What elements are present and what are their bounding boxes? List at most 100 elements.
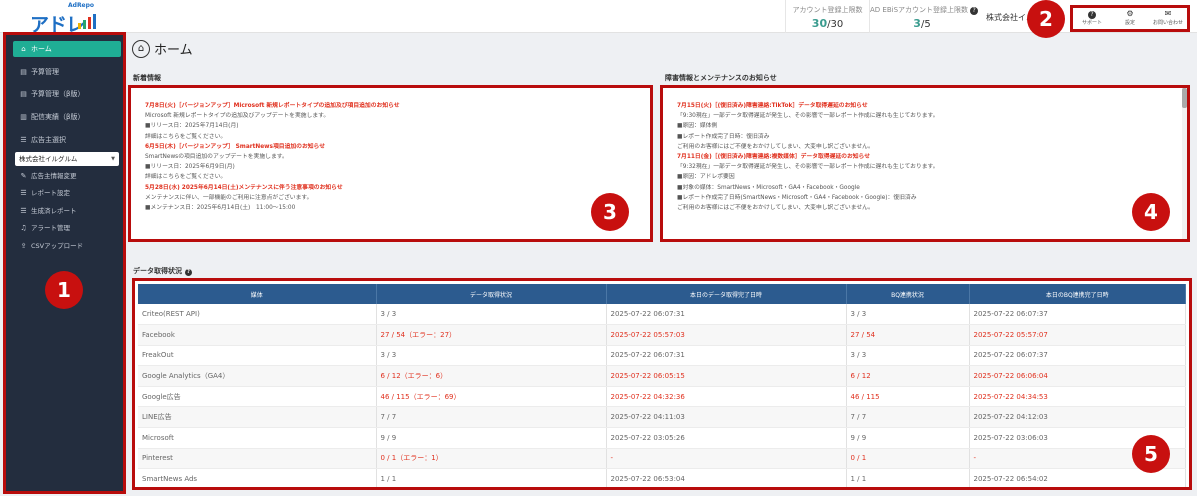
support-button[interactable]: ? サポート [1073, 8, 1111, 29]
column-header: 本日のBQ連携完了日時 [969, 284, 1186, 304]
status-cell: 2025-07-22 06:07:31 [606, 304, 847, 326]
home-icon: ⌂ [132, 39, 150, 58]
status-cell: 2025-07-22 04:12:03 [969, 406, 1186, 429]
news-text: 「9:30現在」一部データ取得遅延が発生し、その影響で一部レポート作成に遅れも生… [677, 113, 939, 120]
mail-icon: ✉ [1164, 9, 1172, 18]
news-headline-link[interactable]: 6月5日(木)［バージョンアップ］ SmartNews項目追加のお知らせ [145, 142, 650, 152]
news-headline-link[interactable]: 7月8日(火)［バージョンアップ］Microsoft 新規レポートタイプの追加及… [145, 101, 650, 111]
status-cell: 46 / 115 [846, 386, 970, 408]
media-name-cell: Microsoft [138, 427, 377, 449]
scroll-thumb[interactable] [1182, 88, 1187, 108]
data-status-title: データ取得状況? [133, 266, 192, 276]
table-body: Criteo(REST API) 3 / 3 2025-07-22 06:07:31… [138, 304, 1186, 487]
edit-icon: ✎ [20, 172, 27, 180]
contact-label: お問い合わせ [1152, 20, 1183, 26]
status-cell: 27 / 54 [846, 324, 970, 346]
document-icon: ▤ [20, 90, 27, 98]
status-cell: 3 / 3 [846, 345, 970, 367]
status-cell: 2025-07-22 06:05:15 [606, 365, 847, 387]
column-header: 本日のデータ取得完了日時 [606, 284, 847, 304]
status-cell: 3 / 3 [376, 345, 607, 367]
news-list: 7月8日(火)［バージョンアップ］Microsoft 新規レポートタイプの追加及… [145, 101, 650, 213]
news-headline-link[interactable]: 7月11日(金)［(復旧済み)障害連絡:複数媒体］データ取得遅延のお知らせ [677, 152, 1187, 162]
sidebar-item-advertiser-select: ☰ 広告主選択 [13, 132, 121, 148]
sidebar-item-alerts[interactable]: ♫ アラート管理 [13, 222, 121, 235]
news-headline-link[interactable]: 7月15日(火)［(復旧済み)障害連絡:TikTok］データ取得遅延のお知らせ [677, 101, 1187, 111]
status-cell: 7 / 7 [846, 406, 970, 429]
table-row: Pinterest 0 / 1（エラー：1） -0 / 1- [138, 448, 1186, 470]
news-text: 詳細はこちらをご覧ください。 [145, 174, 227, 181]
ebis-limit-value: 3/5 [913, 17, 931, 30]
media-name-cell: LINE広告 [138, 406, 377, 429]
settings-label: 設定 [1124, 20, 1135, 26]
sidebar-item-budget-beta[interactable]: ▤ 予算管理（β版） [13, 86, 121, 102]
media-name-cell: FreakOut [138, 345, 377, 367]
help-icon[interactable]: ? [185, 269, 192, 276]
list-icon: ☰ [20, 207, 27, 215]
status-cell: 2025-07-22 06:07:37 [969, 304, 1186, 326]
annotation-badge-3: 3 [591, 193, 629, 231]
advertiser-select[interactable]: 株式会社イルグルム ▼ [15, 152, 119, 166]
maintenance-scrollbar[interactable] [1182, 88, 1187, 239]
status-cell: 3 / 3 [376, 304, 607, 326]
account-limit-value: 30/30 [811, 17, 844, 30]
column-header: 媒体 [138, 284, 377, 304]
status-cell: 3 / 3 [846, 304, 970, 326]
ebis-limit-stat: AD EBiSアカウント登録上限数? 3/5 [869, 0, 979, 33]
status-cell: - [606, 448, 847, 470]
sidebar-item-report-settings[interactable]: ☰ レポート設定 [13, 187, 121, 200]
sidebar-item-advertiser-edit[interactable]: ✎ 広告主情報変更 [13, 170, 121, 183]
table-row: Facebook 27 / 54（エラー：27） 2025-07-22 05:57:… [138, 324, 1186, 346]
sidebar-item-home[interactable]: ⌂ ホーム [13, 41, 121, 57]
status-cell: 2025-07-22 04:34:53 [969, 386, 1186, 408]
news-text: 詳細はこちらをご覧ください。 [145, 133, 227, 140]
settings-button[interactable]: ⚙ 設定 [1111, 8, 1149, 29]
sidebar-item-delivery-beta[interactable]: ▥ 配信実績（β版） [13, 109, 121, 125]
sidebar: ⌂ ホーム ▤ 予算管理 ▤ 予算管理（β版） ▥ 配信実績（β版） ☰ 広告主選択 株式… [3, 32, 126, 494]
status-cell: 46 / 115（エラー：69） [376, 386, 607, 408]
table-row: SmartNews Ads 1 / 1 2025-07-22 06:53:04 1 /… [138, 468, 1186, 487]
status-cell: 7 / 7 [376, 406, 607, 429]
news-text: ■レポート作成完了日時：復旧済み [677, 133, 770, 140]
news-text: ■レポート作成完了日時(SmartNews・Microsoft・GA4・Face… [677, 194, 917, 201]
news-headline-link[interactable]: 5月28日(水) 2025年6月14日(土)メンテナンスに伴う注意事項のお知らせ [145, 183, 650, 193]
home-icon: ⌂ [21, 45, 26, 53]
gear-icon: ⚙ [1126, 9, 1134, 18]
chart-icon: ▥ [20, 113, 27, 121]
top-header: AdRepo アドレポ アカウント登録上限数 30/30 AD EBiSアカウン… [0, 0, 1197, 63]
logo-bars-icon [78, 14, 96, 29]
document-icon: ▤ [20, 68, 27, 76]
news-text: ■リリース日：2025年6月9日(月) [145, 164, 235, 171]
sidebar-item-csv-upload[interactable]: ⇪ CSVアップロード [13, 240, 121, 253]
news-text: メンテナンスに伴い、一部機能のご利用に注意点がございます。 [145, 194, 313, 201]
question-icon: ? [1073, 9, 1111, 19]
logo-bar [88, 17, 91, 29]
status-cell: 0 / 1 [846, 448, 970, 470]
contact-button[interactable]: ✉ お問い合わせ [1149, 8, 1187, 29]
news-text: ■原因：アドレポ要因 [677, 174, 735, 181]
column-header: BQ連携状況 [846, 284, 970, 304]
logo-bar [78, 23, 81, 29]
sidebar-item-generated-reports[interactable]: ☰ 生成済レポート [13, 205, 121, 218]
list-icon: ☰ [20, 189, 27, 197]
maintenance-list: 7月15日(火)［(復旧済み)障害連絡:TikTok］データ取得遅延のお知らせ「… [677, 101, 1187, 213]
status-cell: 1 / 1 [376, 468, 607, 487]
logo-sub: AdRepo [68, 2, 95, 9]
annotation-badge-1: 1 [45, 271, 83, 309]
news-text: ご利用のお客様にはご不便をおかけしてしまい、大変申し訳ございません。 [677, 205, 874, 212]
help-icon[interactable]: ? [970, 7, 979, 15]
status-cell: 9 / 9 [376, 427, 607, 449]
page-title: ⌂ ホーム [132, 39, 193, 58]
table-header-row: 媒体 データ取得状況 本日のデータ取得完了日時 BQ連携状況 本日のBQ連携完了日時 [138, 284, 1186, 304]
status-cell: 6 / 12 [846, 365, 970, 387]
column-header: データ取得状況 [376, 284, 607, 304]
adrepo-logo[interactable]: AdRepo アドレポ [30, 2, 100, 63]
list-icon: ☰ [20, 136, 27, 144]
news-text: ■原因：媒体側 [677, 123, 718, 130]
status-cell: 6 / 12（エラー：6） [376, 365, 607, 387]
annotation-badge-4: 4 [1132, 193, 1170, 231]
news-text: ■メンテナンス日：2025年6月14日(土) 11:00～15:00 [145, 205, 296, 212]
ebis-limit-label: AD EBiSアカウント登録上限数? [870, 5, 979, 15]
status-cell: 2025-07-22 05:57:03 [606, 324, 847, 346]
sidebar-item-budget[interactable]: ▤ 予算管理 [13, 64, 121, 80]
